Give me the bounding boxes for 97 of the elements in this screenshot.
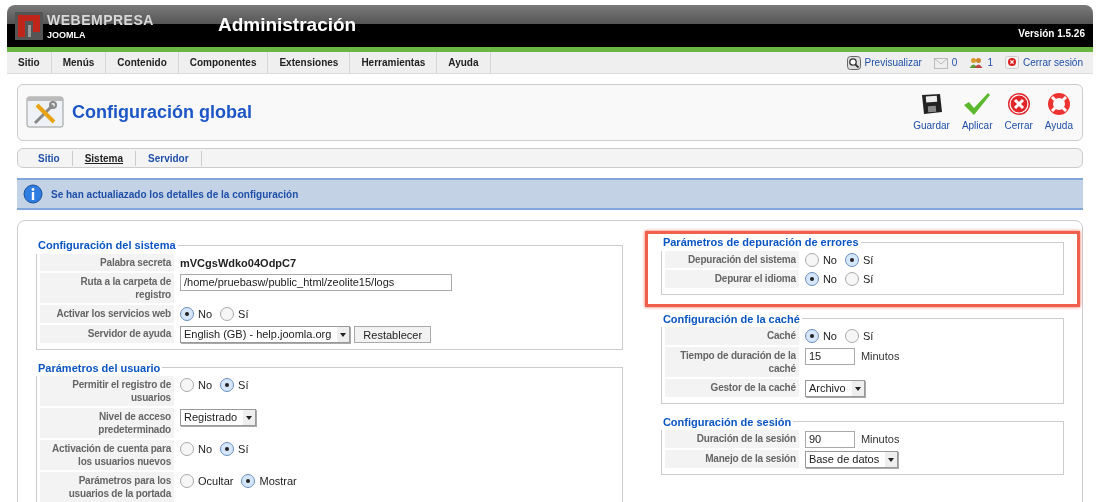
field-label: Tiempo de duración de la caché [664,346,799,377]
field-label: Activar los servicios web [40,305,174,323]
subtab[interactable]: Sistema [72,150,137,166]
radio-label: No [198,307,213,322]
unit-label: Minutos [860,348,900,364]
field-label: Activación de cuenta para los usuarios nuevos [40,440,174,470]
tools-icon [26,95,64,130]
radio-label: Sí [238,378,249,393]
group-title: Configuración del sistema [37,238,177,253]
field-label: Depuración del sistema [664,250,799,268]
menu-item[interactable]: Contenido [106,51,179,74]
input-field[interactable]: 90 [804,431,855,448]
radio-button[interactable] [180,307,194,322]
radio-button[interactable] [844,252,859,267]
field-label: Manejo de la sesión [664,450,799,468]
radio-label: Sí [238,307,249,322]
menu-item[interactable]: Ayuda [437,51,491,74]
caret-icon [337,326,350,342]
radio-button[interactable] [844,272,859,287]
logout-icon [1004,56,1019,69]
status-link[interactable]: 0 [933,55,958,70]
message-text: Se han actualiazado los detalles de la configuración [51,187,299,202]
radio-label: No [822,329,837,344]
radio-button[interactable] [180,442,194,457]
status-link[interactable]: 1 [969,55,993,70]
radio-button[interactable] [844,329,859,344]
logo-subtext: JOOMLA [47,30,87,40]
radio-label: No [198,442,213,457]
status-link[interactable]: Previsualizar [846,55,922,70]
field-label: Permitir el registro de usuarios [40,376,174,406]
field-label: Ruta a la carpeta de registro [40,273,174,303]
radio-button[interactable] [220,442,235,457]
radio-button[interactable] [220,307,235,322]
field-value: mVCgsWdko04OdpC7 [180,255,297,271]
users-icon [969,56,984,69]
unit-label: Minutos [860,432,900,448]
dropdown[interactable]: Base de datos [804,451,899,468]
menu-item[interactable]: Componentes [178,51,269,74]
logo-text: WEBEMPRESA [47,12,154,27]
header-title: Administración [217,12,357,37]
toolbar-button[interactable]: Aplicar [960,92,994,133]
dropdown[interactable]: Archivo [804,379,865,397]
radio-label: No [822,252,837,268]
caret-icon [243,410,256,425]
menu-item[interactable]: Menús [51,51,107,74]
field-label: Parámetros para los usuarios de la portada [40,472,174,502]
version-label: Versión 1.5.26 [1018,27,1085,41]
status-link[interactable]: Cerrar sesión [1004,55,1083,70]
field-label: Nivel de acceso predeterminado [40,408,174,438]
envelope-icon [933,56,948,69]
group-title: Parámetros del usuario [37,360,162,376]
radio-button[interactable] [804,272,819,287]
radio-label: Sí [862,272,874,287]
checkmark-icon [963,92,992,116]
group-title: Configuración de sesión [661,414,793,430]
page-title: Configuración global [72,101,252,124]
field-label: Servidor de ayuda [40,324,174,343]
input-field[interactable]: /home/pruebasw/public_html/zeolite15/logs [180,274,452,291]
info-icon [23,184,43,204]
subtab[interactable]: Sitio [32,150,73,166]
radio-button[interactable] [804,329,819,344]
group-title: Configuración de la caché [661,311,801,327]
radio-button[interactable] [180,474,194,489]
radio-button[interactable] [804,252,819,267]
field-label: Gestor de la caché [664,378,799,397]
input-field[interactable]: 15 [804,347,855,365]
group-title: Parámetros de depuración de errores [661,235,860,250]
radio-label: No [822,272,837,287]
dropdown[interactable]: English (GB) - help.joomla.org [180,325,351,343]
radio-label: No [198,378,213,393]
menu-item[interactable]: Extensiones [268,51,351,74]
field-label: Palabra secreta [40,253,174,271]
radio-label: Ocultar [198,474,234,489]
life-ring-icon [1046,92,1071,116]
radio-label: Sí [862,329,874,344]
field-label: Depurar el idioma [664,270,799,288]
radio-label: Sí [238,442,249,457]
radio-label: Mostrar [259,474,297,489]
reset-button[interactable]: Restablecer [354,325,432,343]
radio-label: Sí [862,252,874,268]
radio-button[interactable] [241,474,256,489]
logo-icon [15,12,43,40]
toolbar-button[interactable]: Ayuda [1043,92,1074,133]
radio-button[interactable] [220,378,235,393]
caret-icon [851,380,864,396]
menu-item[interactable]: Sitio [7,51,52,74]
menu-item[interactable]: Herramientas [350,51,438,74]
toolbar-button[interactable]: Cerrar [1003,92,1034,133]
magnifier-icon [846,55,861,70]
caret-icon [885,452,898,467]
dropdown[interactable]: Registrado [180,409,257,426]
field-label: Caché [664,327,799,345]
toolbar-button[interactable]: Guardar [912,92,951,133]
close-icon [1006,92,1031,116]
field-label: Duración de la sesión [664,430,799,448]
subtab[interactable]: Servidor [136,150,202,166]
radio-button[interactable] [180,378,194,393]
